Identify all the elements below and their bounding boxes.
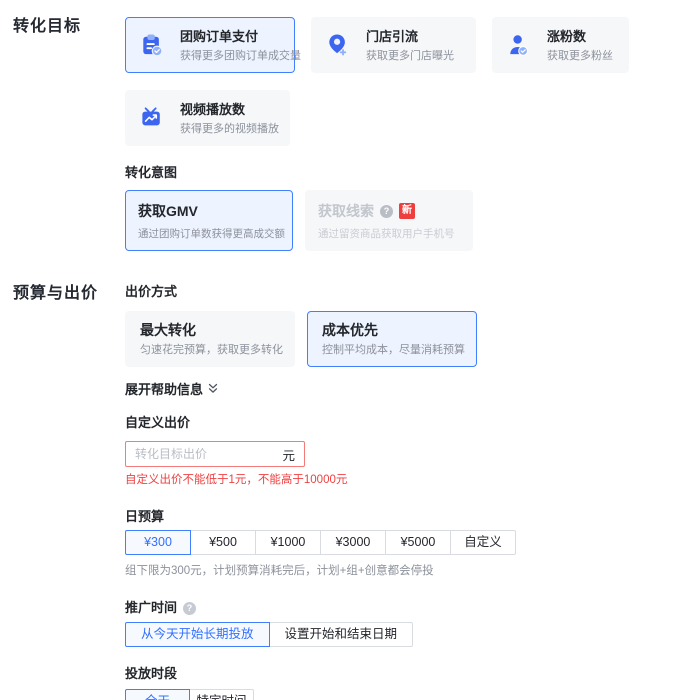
bid-mode-title: 最大转化 [140,322,196,338]
chevron-double-down-icon [208,383,218,394]
goal-card-store-traffic[interactable]: 门店引流 获取更多门店曝光 [311,17,476,73]
goal-card-title: 视频播放数 [180,101,246,117]
conversion-goal-section-label: 转化目标 [13,18,82,35]
budget-option-5000[interactable]: ¥5000 [385,530,451,555]
budget-option-custom[interactable]: 自定义 [450,530,516,555]
goal-card-followers[interactable]: 涨粉数 获取更多粉丝 [492,17,629,73]
daily-budget-hint: 组下限为300元，计划预算消耗完后，计划+组+创意都会停投 [125,565,434,577]
leads-help-icon[interactable]: ? [380,204,393,218]
bid-mode-subtitle: 匀速花完预算，获取更多转化 [140,344,283,356]
expand-help-toggle[interactable]: 展开帮助信息 [125,379,218,398]
time-slot-label: 投放时段 [125,666,178,681]
groupbuy-order-icon [141,33,163,57]
intent-card-title: 获取线索 [318,203,374,219]
goal-card-title: 门店引流 [366,28,419,44]
intent-card-title: 获取GMV [138,203,198,219]
new-badge: 新 [399,203,415,219]
goal-card-list: 团购订单支付 获得更多团购订单成交量 门店引流 获取更多门店曝光 涨粉数 获取更… [125,17,670,146]
daily-budget-options: ¥300 ¥500 ¥1000 ¥3000 ¥5000 自定义 [125,530,700,555]
conversion-goal-section: 转化目标 团购订单支付 获得更多团购订单成交量 门店引流 获取更多门店曝光 涨粉… [0,17,700,251]
intent-card-subtitle: 通过团购订单数获得更高成交额 [138,228,285,240]
slot-option-specific-time[interactable]: 特定时间 [189,689,254,700]
conversion-intent-label: 转化意图 [125,165,178,180]
promotion-time-help-icon[interactable]: ? [183,601,197,615]
intent-card-leads: 获取线索 ? 新 通过留资商品获取用户手机号 [305,190,473,251]
promo-option-date-range[interactable]: 设置开始和结束日期 [268,622,414,647]
bid-mode-card-max-conversion[interactable]: 最大转化 匀速花完预算，获取更多转化 [125,311,295,367]
custom-bid-input[interactable] [126,447,283,461]
intent-card-list: 获取GMV 通过团购订单数获得更高成交额 获取线索 ? 新 通过留资商品获取用户… [125,190,700,251]
goal-card-subtitle: 获得更多的视频播放 [180,122,279,135]
budget-bid-section-label: 预算与出价 [13,285,99,302]
promotion-time-label-text: 推广时间 [125,600,178,615]
goal-card-subtitle: 获得更多团购订单成交量 [180,49,301,62]
intent-card-gmv[interactable]: 获取GMV 通过团购订单数获得更高成交额 [125,190,293,251]
budget-option-3000[interactable]: ¥3000 [320,530,386,555]
promotion-time-label: 推广时间 ? [125,600,700,616]
custom-bid-input-wrap: 元 [125,441,305,467]
budget-bid-section: 预算与出价 出价方式 最大转化 匀速花完预算，获取更多转化 成本优先 控制平均成… [0,284,700,700]
custom-bid-label: 自定义出价 [125,415,191,430]
bid-mode-card-cost-priority[interactable]: 成本优先 控制平均成本，尽量消耗预算 [307,311,477,367]
goal-card-subtitle: 获取更多门店曝光 [366,49,454,62]
goal-card-groupbuy-order[interactable]: 团购订单支付 获得更多团购订单成交量 [125,17,301,73]
promotion-time-options: 从今天开始长期投放 设置开始和结束日期 [125,622,700,647]
store-pin-icon [327,33,349,57]
budget-option-300[interactable]: ¥300 [125,530,191,555]
ad-campaign-settings-page: 转化目标 团购订单支付 获得更多团购订单成交量 门店引流 获取更多门店曝光 涨粉… [0,17,700,700]
budget-option-1000[interactable]: ¥1000 [255,530,321,555]
intent-card-subtitle: 通过留资商品获取用户手机号 [318,228,455,240]
bid-mode-subtitle: 控制平均成本，尽量消耗预算 [322,344,465,356]
goal-card-subtitle: 获取更多粉丝 [547,49,613,62]
goal-card-title: 团购订单支付 [180,28,259,44]
custom-bid-error: 自定义出价不能低于1元，不能高于10000元 [125,474,348,486]
daily-budget-label: 日预算 [125,509,165,524]
bid-mode-card-list: 最大转化 匀速花完预算，获取更多转化 成本优先 控制平均成本，尽量消耗预算 [125,311,700,367]
currency-unit-label: 元 [282,448,295,463]
follower-icon [508,33,530,57]
time-slot-options: 全天 特定时间 [125,689,700,700]
bid-mode-title: 成本优先 [322,322,378,338]
promo-option-longterm[interactable]: 从今天开始长期投放 [125,622,270,647]
slot-option-all-day[interactable]: 全天 [125,689,190,700]
goal-card-video-plays[interactable]: 视频播放数 获得更多的视频播放 [125,90,290,146]
goal-card-title: 涨粉数 [547,28,587,44]
budget-option-500[interactable]: ¥500 [190,530,256,555]
video-play-icon [141,106,163,130]
bid-mode-label: 出价方式 [125,284,178,299]
expand-help-label: 展开帮助信息 [125,382,204,397]
